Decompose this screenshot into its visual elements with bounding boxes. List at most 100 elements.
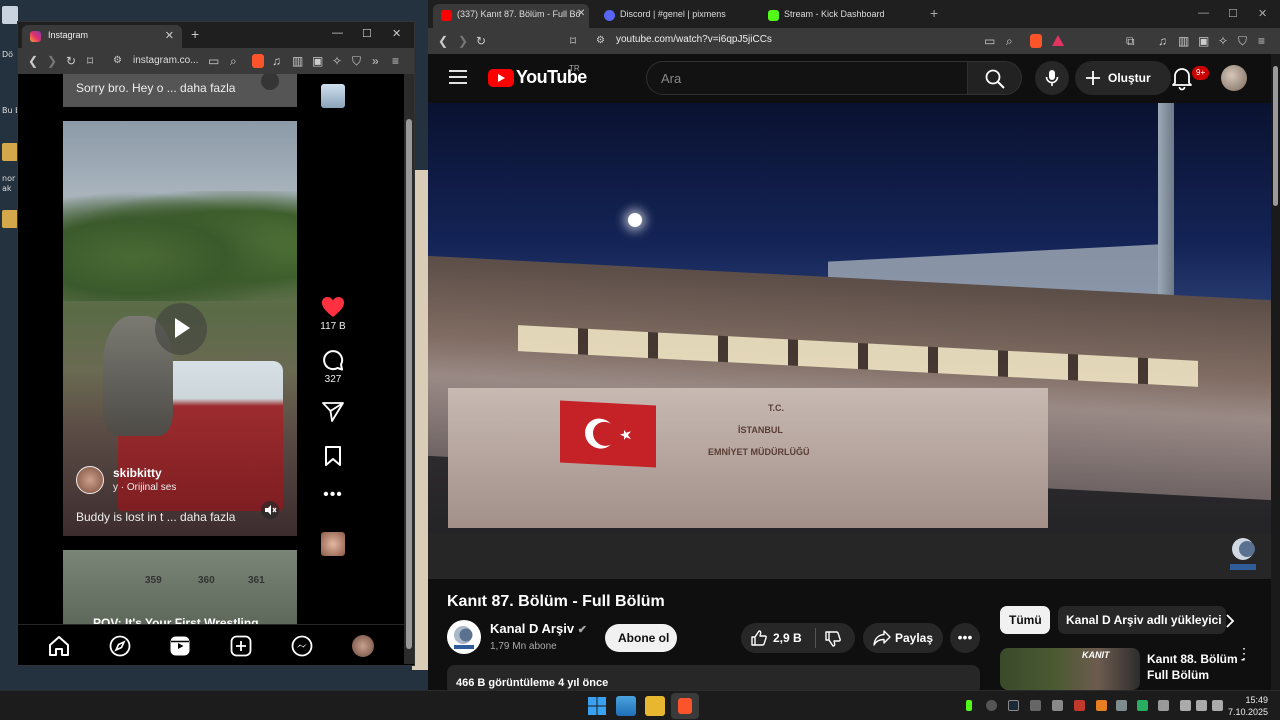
media-icon[interactable]: ♫ [1158, 34, 1167, 48]
profile-avatar[interactable] [352, 635, 374, 657]
new-tab-button[interactable]: + [191, 26, 199, 42]
youtube-logo-icon[interactable] [488, 69, 514, 87]
desktop-icon[interactable] [2, 143, 18, 161]
scrollbar-thumb[interactable] [406, 119, 412, 649]
subscribe-button[interactable]: Abone ol [605, 624, 677, 652]
share-button[interactable] [313, 402, 353, 422]
close-tab-icon[interactable]: ✕ [165, 29, 174, 42]
battery-icon[interactable] [1212, 700, 1223, 711]
scrollbar[interactable] [1271, 54, 1280, 690]
close-window-button[interactable]: ✕ [1258, 7, 1267, 20]
channel-name-text[interactable]: Kanal D Arşiv [490, 621, 574, 636]
media-icon[interactable]: ♫ [272, 54, 281, 68]
brave-rewards-icon[interactable] [1052, 35, 1064, 46]
tray-kick-icon[interactable] [966, 700, 972, 711]
close-tab-icon[interactable]: ✕ [577, 8, 585, 19]
screenshot-icon[interactable]: ⧉ [1126, 34, 1135, 49]
leo-icon[interactable]: ✧ [1218, 34, 1228, 48]
more-actions-button[interactable]: ••• [950, 623, 980, 653]
url-field[interactable]: youtube.com/watch?v=i6qpJ5jiCCs [616, 34, 772, 45]
muted-icon[interactable] [261, 74, 279, 90]
video-player[interactable]: T.C. İSTANBUL EMNİYET MÜDÜRLÜĞÜ [428, 103, 1271, 579]
channel-avatar[interactable] [447, 620, 481, 654]
notifications-bell-icon[interactable] [1168, 64, 1196, 92]
play-button[interactable] [155, 303, 207, 355]
reel-audio[interactable]: y · Orijinal ses [113, 482, 176, 493]
menu-icon[interactable]: ≡ [392, 54, 399, 68]
tray-obs-icon[interactable] [986, 700, 997, 711]
volume-icon[interactable] [1196, 700, 1207, 711]
brave-shields-icon[interactable] [1030, 34, 1042, 48]
reload-icon[interactable]: ↻ [476, 34, 486, 48]
share-button[interactable]: Paylaş [863, 623, 943, 653]
minimize-button[interactable]: — [332, 27, 343, 39]
home-icon[interactable] [48, 635, 70, 657]
hamburger-menu-icon[interactable] [449, 70, 467, 84]
chip-all[interactable]: Tümü [1000, 606, 1050, 634]
scrollbar[interactable] [404, 74, 414, 664]
maximize-button[interactable]: ☐ [1228, 7, 1238, 20]
create-icon[interactable] [230, 635, 252, 657]
file-explorer-icon[interactable] [645, 696, 665, 716]
reels-icon[interactable] [169, 635, 191, 657]
tray-steam-icon[interactable] [1008, 700, 1019, 711]
tray-mic-icon[interactable] [1158, 700, 1169, 711]
create-button[interactable]: Oluştur [1075, 61, 1171, 95]
back-icon[interactable]: ❮ [438, 34, 448, 48]
forward-icon[interactable]: ❯ [458, 34, 468, 48]
explore-icon[interactable] [109, 635, 131, 657]
minimize-button[interactable]: — [1198, 7, 1209, 19]
new-tab-button[interactable]: + [930, 5, 938, 21]
task-view-icon[interactable] [616, 696, 636, 716]
like-button[interactable]: 117 B [313, 296, 353, 332]
reels-feed[interactable]: Sorry bro. Hey o ... daha fazla skibkitt… [18, 74, 408, 624]
network-icon[interactable] [1180, 700, 1191, 711]
tab-discord[interactable]: Discord | #genel | pixmens [596, 4, 756, 28]
cast-icon[interactable]: ▭ [208, 54, 219, 68]
scrollbar-thumb[interactable] [1273, 66, 1278, 206]
reel-caption[interactable]: Sorry bro. Hey o ... daha fazla [76, 81, 235, 95]
dislike-icon[interactable] [825, 631, 841, 647]
tray-app-icon[interactable] [1052, 700, 1063, 711]
like-icon[interactable] [751, 630, 767, 646]
messenger-icon[interactable] [291, 635, 313, 657]
reload-icon[interactable]: ↻ [66, 54, 76, 68]
recommended-thumbnail[interactable]: KANIT [1000, 648, 1140, 690]
more-vertical-icon[interactable]: ⋮ [1237, 646, 1251, 660]
account-avatar[interactable] [1221, 65, 1247, 91]
audio-thumbnail[interactable] [321, 84, 345, 108]
more-options-icon[interactable]: ••• [313, 486, 353, 504]
tab-kick[interactable]: Stream - Kick Dashboard [760, 4, 920, 28]
site-settings-icon[interactable]: ⚙ [596, 35, 605, 46]
reel-caption[interactable]: POV: It's Your First Wrestling [93, 616, 259, 624]
more-extensions-icon[interactable]: » [372, 54, 379, 68]
reel-card[interactable]: Sorry bro. Hey o ... daha fazla [63, 74, 297, 107]
vpn-icon[interactable]: ⛉ [1238, 34, 1247, 49]
channel-name[interactable]: Kanal D Arşiv ✔ [490, 621, 587, 636]
zoom-icon[interactable]: ⌕ [230, 54, 237, 69]
sidebar-icon[interactable]: ▥ [292, 54, 303, 68]
back-icon[interactable]: ❮ [28, 54, 38, 68]
maximize-button[interactable]: ☐ [362, 27, 372, 40]
wallet-icon[interactable]: ▣ [1198, 34, 1209, 48]
voice-search-button[interactable] [1035, 61, 1069, 95]
tray-app-icon[interactable] [1116, 700, 1127, 711]
tray-app-icon[interactable] [1096, 700, 1107, 711]
bookmark-icon[interactable]: ⌑ [570, 34, 576, 48]
save-button[interactable] [313, 446, 353, 466]
reel-username[interactable]: skibkitty [113, 466, 162, 480]
brave-shields-icon[interactable] [252, 54, 264, 68]
search-input[interactable]: Ara [646, 61, 968, 95]
leo-icon[interactable]: ✧ [332, 54, 342, 68]
chip-uploader[interactable]: Kanal D Arşiv adlı yükleyici [1058, 606, 1226, 634]
search-button[interactable] [968, 61, 1022, 95]
wallet-icon[interactable]: ▣ [312, 54, 323, 68]
menu-icon[interactable]: ≡ [1258, 34, 1265, 48]
cast-icon[interactable]: ▭ [984, 34, 995, 48]
brave-taskbar-button[interactable] [671, 693, 699, 719]
reel-card[interactable]: 359 360 361 POV: It's Your First Wrestli… [63, 550, 297, 624]
recommended-title[interactable]: Kanıt 88. Bölüm - Full Bölüm [1147, 651, 1247, 683]
tab-youtube[interactable]: (337) Kanıt 87. Bölüm - Full Bö [433, 4, 589, 28]
comment-button[interactable]: 327 [313, 349, 353, 385]
reel-card[interactable]: skibkitty y · Orijinal ses Buddy is lost… [63, 121, 297, 536]
